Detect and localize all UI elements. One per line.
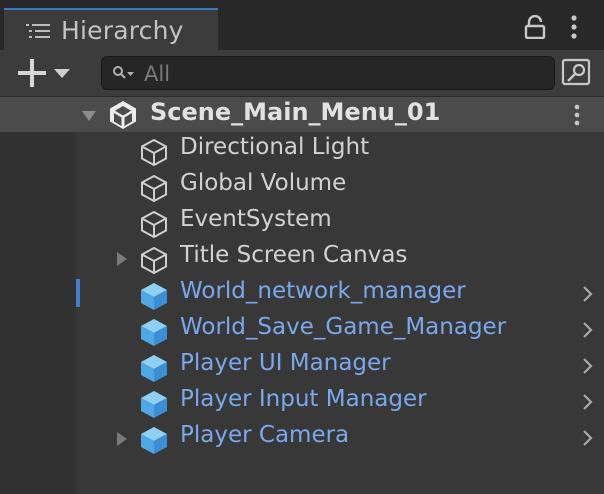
open-prefab-chevron-icon[interactable] [579, 357, 595, 375]
open-prefab-chevron-icon[interactable] [579, 285, 595, 303]
hierarchy-item-label: EventSystem [180, 206, 332, 232]
tab-bar: Hierarchy [0, 0, 604, 50]
lock-icon[interactable] [524, 15, 546, 39]
prefab-cube-icon [141, 283, 167, 310]
hierarchy-panel: Hierarchy All Scene_Main_Menu_01 Directi… [0, 0, 604, 494]
expand-arrow-right-icon[interactable] [114, 431, 130, 447]
prefab-cube-icon [141, 355, 167, 382]
search-input[interactable] [142, 57, 546, 91]
scene-name: Scene_Main_Menu_01 [150, 98, 441, 126]
hierarchy-item[interactable]: Title Screen Canvas [0, 240, 604, 276]
hierarchy-item[interactable]: Directional Light [0, 132, 604, 168]
open-prefab-chevron-icon[interactable] [579, 429, 595, 447]
unity-logo-icon [110, 101, 136, 129]
hierarchy-item[interactable]: World_network_manager [0, 276, 604, 312]
hierarchy-item[interactable]: Player Camera [0, 420, 604, 456]
hierarchy-item-label: World_network_manager [180, 278, 466, 304]
scene-menu-icon[interactable] [570, 103, 584, 127]
hierarchy-item-label: Player Input Manager [180, 386, 427, 412]
expand-arrow-down-icon[interactable] [80, 108, 98, 124]
gameobject-cube-icon [141, 210, 167, 239]
hierarchy-item-label: Player UI Manager [180, 350, 391, 376]
caret-down-icon [54, 69, 70, 78]
open-prefab-chevron-icon[interactable] [579, 393, 595, 411]
prefab-cube-icon [141, 427, 167, 454]
gameobject-cube-icon [141, 174, 167, 203]
hierarchy-item-label: Global Volume [180, 170, 347, 196]
hierarchy-item-label: Directional Light [180, 134, 370, 160]
hierarchy-item-label: World_Save_Game_Manager [180, 314, 507, 340]
prefab-cube-icon [141, 391, 167, 418]
gameobject-cube-icon [141, 138, 167, 167]
search-field[interactable] [101, 56, 555, 91]
gameobject-cube-icon [141, 246, 167, 275]
tab-hierarchy[interactable]: Hierarchy [4, 8, 218, 50]
search-filter-icon [113, 66, 134, 79]
search-window-icon[interactable] [559, 56, 595, 90]
hierarchy-item[interactable]: World_Save_Game_Manager [0, 312, 604, 348]
list-icon [26, 24, 50, 38]
prefab-cube-icon [141, 319, 167, 346]
hierarchy-item[interactable]: EventSystem [0, 204, 604, 240]
tab-title: Hierarchy [61, 16, 184, 45]
expand-arrow-right-icon[interactable] [114, 251, 130, 267]
hierarchy-item[interactable]: Player Input Manager [0, 384, 604, 420]
hierarchy-item[interactable]: Global Volume [0, 168, 604, 204]
scene-row[interactable]: Scene_Main_Menu_01 [0, 96, 604, 132]
add-object-button[interactable] [14, 56, 78, 90]
kebab-menu-icon[interactable] [567, 14, 581, 40]
hierarchy-item[interactable]: Player UI Manager [0, 348, 604, 384]
hierarchy-item-label: Player Camera [180, 422, 350, 448]
open-prefab-chevron-icon[interactable] [579, 321, 595, 339]
hierarchy-item-label: Title Screen Canvas [180, 242, 408, 268]
